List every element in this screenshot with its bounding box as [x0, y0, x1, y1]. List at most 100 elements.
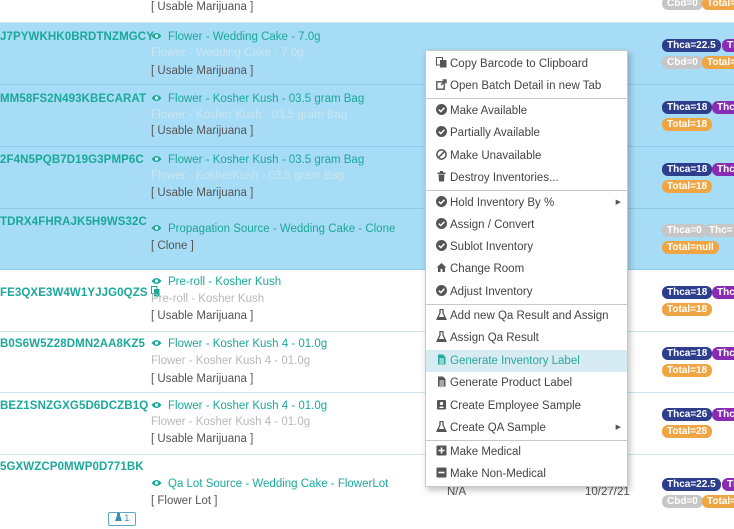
na-value: N/A [447, 486, 467, 498]
product-name-link[interactable]: Qa Lot Source - Wedding Cake - FlowerLot [151, 478, 388, 490]
context-menu: Copy Barcode to Clipboard Open Batch Det… [425, 50, 628, 487]
menu-item-label: Change Room [450, 263, 525, 275]
product-category: [ Flower Lot ] [151, 495, 218, 507]
menu-item-label: Partially Available [450, 127, 540, 139]
menu-item-sublot-inventory[interactable]: Sublot Inventory [426, 236, 627, 258]
menu-item-copy-barcode[interactable]: Copy Barcode to Clipboard [426, 53, 627, 75]
product-name-link[interactable]: Flower - Wedding Cake - 7.0g [151, 31, 321, 43]
eye-icon [151, 31, 162, 43]
menu-item-make-non-medical[interactable]: Make Non-Medical [426, 463, 627, 485]
file-icon [436, 373, 447, 387]
product-category: [ Clone ] [151, 240, 194, 252]
menu-item-label: Generate Inventory Label [450, 355, 580, 367]
menu-item-create-employee-sample[interactable]: Create Employee Sample [426, 395, 627, 417]
menu-item-make-medical[interactable]: Make Medical [426, 441, 627, 463]
menu-item-make-unavailable[interactable]: Make Unavailable [426, 145, 627, 167]
menu-item-generate-inventory-label[interactable]: Generate Inventory Label [426, 350, 627, 372]
barcode-text: FE3QXE3W4W1YJJG0QZS [0, 287, 148, 299]
menu-item-create-qa-sample[interactable]: Create QA Sample ▶ [426, 417, 627, 439]
product-category: [ Usable Marijuana ] [151, 187, 254, 199]
potency-badge: Thc= [704, 224, 734, 237]
barcode-link[interactable]: 5GXWZCP0MWP0D771BK [0, 461, 144, 473]
potency-badge: Thc [712, 286, 734, 299]
potency-badge: Th [722, 39, 734, 52]
potency-badge: Cbd=0 [662, 56, 703, 69]
barcode-link[interactable]: 2F4N5PQB7D19G3PMP6C [0, 154, 144, 166]
eye-icon [151, 93, 162, 105]
check-circle-icon [436, 101, 447, 115]
barcode-link[interactable]: FE3QXE3W4W1YJJG0QZS [0, 286, 160, 299]
flask-icon [435, 418, 448, 433]
id-badge-icon [436, 396, 447, 410]
product-name: Pre-roll - Kosher Kush [168, 276, 282, 288]
potency-badge: Thca=22.5 [662, 478, 721, 491]
menu-item-label: Create QA Sample [450, 422, 546, 434]
product-name: Flower - Kosher Kush - 03.5 gram Bag [168, 93, 365, 105]
menu-item-label: Copy Barcode to Clipboard [450, 58, 589, 70]
menu-item-change-room[interactable]: Change Room [426, 258, 627, 280]
potency-badge: Total=18 [662, 180, 713, 193]
menu-item-label: Adjust Inventory [450, 286, 533, 298]
check-circle-icon [436, 215, 447, 229]
potency-badge: Thc [712, 408, 734, 421]
product-subtitle: Flower - Wedding Cake - 7.0g [151, 47, 304, 59]
eye-icon [151, 276, 162, 288]
product-category: [ Usable Marijuana ] [151, 310, 254, 322]
product-name-link[interactable]: Flower - Kosher Kush 4 - 01.0g [151, 338, 327, 350]
product-subtitle: Pre-roll - Kosher Kush [151, 293, 265, 305]
potency-badge: Thca=22.5 [662, 39, 721, 52]
potency-badge: Thc [712, 101, 734, 114]
table-row[interactable]: [ Usable Marijuana ] Cbd=0 Total= [0, 0, 734, 23]
menu-item-add-qa-result[interactable]: Add new Qa Result and Assign [426, 305, 627, 327]
eye-icon [151, 154, 162, 166]
product-name: Flower - Kosher Kush - 03.5 gram Bag [168, 154, 365, 166]
eye-icon [151, 223, 162, 235]
check-circle-icon [436, 193, 447, 207]
barcode-link[interactable]: BEZ1SNZGXG5D6DCZB1Q [0, 400, 148, 412]
potency-badge: Thca=18 [662, 286, 713, 299]
menu-item-assign-convert[interactable]: Assign / Convert [426, 214, 627, 236]
menu-item-adjust-inventory[interactable]: Adjust Inventory [426, 281, 627, 303]
menu-item-assign-qa-result[interactable]: Assign Qa Result [426, 327, 627, 349]
product-name-link[interactable]: Flower - Kosher Kush - 03.5 gram Bag [151, 93, 364, 105]
plus-square-icon [436, 442, 447, 456]
product-subtitle: Flower - Kosher Kush 4 - 01.0g [151, 355, 311, 367]
potency-badge: Thca=18 [662, 163, 713, 176]
minus-square-icon [436, 464, 447, 478]
product-name-link[interactable]: Flower - Kosher Kush 4 - 01.0g [151, 400, 327, 412]
potency-badge: Thc [712, 347, 734, 360]
product-name: Qa Lot Source - Wedding Cake - FlowerLot [168, 478, 389, 490]
menu-item-label: Make Available [450, 105, 528, 117]
sample-count-button[interactable]: 1 [108, 512, 136, 526]
product-name-link[interactable]: Pre-roll - Kosher Kush [151, 276, 281, 288]
potency-badge: Total=18 [662, 118, 713, 131]
barcode-link[interactable]: MM58FS2N493KBECARAT [0, 93, 146, 105]
potency-badge: Total= [702, 495, 734, 508]
date-value: 10/27/21 [585, 486, 630, 498]
barcode-link[interactable]: B0S6W5Z28DMN2AA8KZ5 [0, 338, 145, 350]
menu-item-generate-product-label[interactable]: Generate Product Label [426, 372, 627, 394]
menu-item-hold-inventory[interactable]: Hold Inventory By % ▶ [426, 192, 627, 214]
sample-count: 1 [124, 513, 130, 524]
flask-icon [114, 513, 122, 524]
external-link-icon [436, 76, 447, 90]
trash-icon [436, 168, 447, 182]
potency-badge: Total=18 [662, 364, 713, 377]
menu-item-partially-available[interactable]: Partially Available [426, 122, 627, 144]
product-name-link[interactable]: Propagation Source - Wedding Cake - Clon… [151, 223, 395, 235]
potency-badge: Total=18 [662, 303, 713, 316]
product-category: [ Usable Marijuana ] [151, 125, 254, 137]
menu-item-label: Destroy Inventories... [450, 172, 559, 184]
barcode-link[interactable]: J7PYWKHK0BRDTNZMGCY [0, 31, 154, 43]
potency-badge: Cbd=0 [662, 495, 703, 508]
potency-badge: Total=28 [662, 425, 713, 438]
barcode-link[interactable]: TDRX4FHRAJK5H9WS32C [0, 216, 147, 228]
menu-item-label: Assign / Convert [450, 219, 535, 231]
menu-item-label: Generate Product Label [450, 377, 573, 389]
menu-item-open-batch-detail[interactable]: Open Batch Detail in new Tab [426, 75, 627, 97]
product-name-link[interactable]: Flower - Kosher Kush - 03.5 gram Bag [151, 154, 364, 166]
home-icon [436, 259, 447, 272]
menu-item-make-available[interactable]: Make Available [426, 100, 627, 122]
menu-item-destroy-inventories[interactable]: Destroy Inventories... [426, 167, 627, 189]
menu-item-label: Make Unavailable [450, 150, 542, 162]
